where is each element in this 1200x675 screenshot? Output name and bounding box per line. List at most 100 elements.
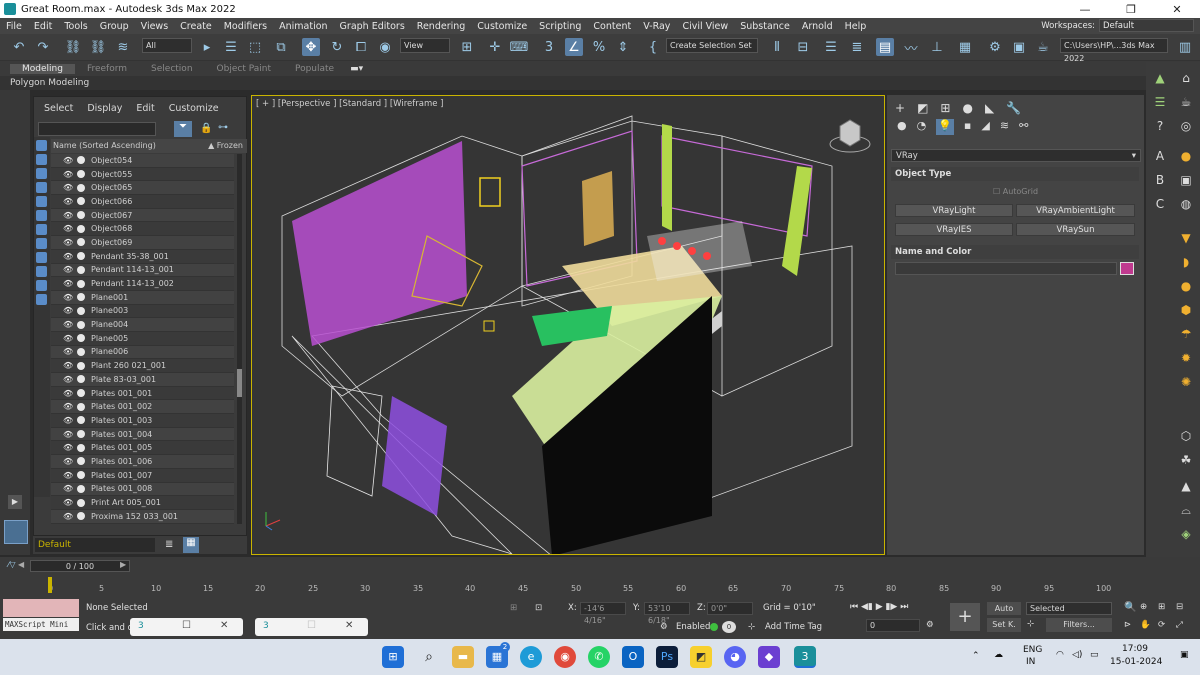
visibility-eye-icon[interactable]: 👁 [63, 224, 74, 233]
list-item[interactable]: 👁 Object065 [51, 181, 234, 196]
menu-views[interactable]: Views [135, 21, 175, 32]
visibility-eye-icon[interactable]: 👁 [63, 265, 74, 274]
mirror-icon[interactable]: ⫴ [768, 38, 786, 56]
visibility-eye-icon[interactable]: 👁 [63, 361, 74, 370]
dome-light-icon[interactable]: ◗ [1178, 254, 1194, 270]
zoom-extents-all-icon[interactable]: ⊟ [1176, 602, 1183, 612]
render-dot-icon[interactable] [77, 306, 85, 315]
list-item[interactable]: 👁 Plates 001_008 [51, 482, 234, 497]
list-item[interactable]: 👁 Plates 001_007 [51, 468, 234, 483]
current-layer-field[interactable]: Default [35, 538, 155, 552]
goto-start-icon[interactable]: ⏮ ◀▮ ▶ ▮▶ ⏭ [850, 602, 908, 612]
render-dot-icon[interactable] [77, 265, 85, 274]
menu-graph-editors[interactable]: Graph Editors [334, 21, 411, 32]
light-lister-icon[interactable]: ▼ [1178, 230, 1194, 246]
app-icon[interactable]: ◆ [758, 646, 780, 668]
undo-icon[interactable]: ↶ [10, 38, 28, 56]
object-type-rollout[interactable]: Object Type [891, 167, 1139, 181]
menu-arnold[interactable]: Arnold [796, 21, 839, 32]
schematic-view-icon[interactable]: ⊥ [928, 38, 946, 56]
explorer-menu-display[interactable]: Display [87, 103, 122, 114]
plane-icon[interactable]: ⌓ [1178, 502, 1194, 518]
add-key-icon[interactable]: + [950, 603, 980, 631]
set-key-mode-icon[interactable]: ⊹ [1027, 619, 1034, 629]
render-dot-icon[interactable] [77, 498, 85, 507]
select-object-icon[interactable]: ▸ [198, 38, 216, 56]
list-item[interactable]: 👁 Object067 [51, 208, 234, 223]
maximize-viewport-icon[interactable]: ⤢ [1176, 620, 1183, 630]
visibility-eye-icon[interactable]: 👁 [63, 375, 74, 384]
utilities-tab-icon[interactable]: 🔧 [1006, 101, 1021, 115]
angle-snap-icon[interactable]: ∠ [565, 38, 583, 56]
shape-filter-icon[interactable] [36, 154, 47, 165]
ribbon-toggle-icon[interactable]: ▤ [876, 38, 894, 56]
list-item[interactable]: 👁 Plane006 [51, 345, 234, 360]
viewport-layout-icon[interactable] [4, 520, 28, 544]
menu-vray[interactable]: V-Ray [637, 21, 676, 32]
unlink-icon[interactable]: ⛓ [89, 38, 107, 56]
menu-file[interactable]: File [0, 21, 28, 32]
list-item[interactable]: 👁 Plates 001_002 [51, 400, 234, 415]
vrayambientlight-button[interactable]: VRayAmbientLight [1016, 204, 1135, 217]
render-dot-icon[interactable] [77, 211, 85, 220]
list-item[interactable]: 👁 Plates 001_001 [51, 386, 234, 401]
layer-explorer-icon[interactable]: ≣ [848, 38, 866, 56]
systems-icon[interactable]: ⚯ [1019, 119, 1028, 135]
volume-icon[interactable]: ◁) [1072, 650, 1082, 660]
expand-arrow-icon[interactable]: ▶ [8, 495, 22, 509]
minimize-button[interactable]: — [1062, 0, 1108, 18]
visibility-eye-icon[interactable]: 👁 [63, 238, 74, 247]
frozen-filter-icon[interactable] [36, 280, 47, 291]
cameras-icon[interactable]: ▪ [964, 119, 971, 135]
layers-icon[interactable]: ≣ [165, 539, 173, 550]
list-item[interactable]: 👁 Plate 83-03_001 [51, 373, 234, 387]
list-item[interactable]: 👁 Plates 001_005 [51, 441, 234, 456]
tab-modeling[interactable]: Modeling [10, 63, 75, 74]
render-dot-icon[interactable] [77, 238, 85, 247]
scene-states-icon[interactable]: ▲ [1152, 70, 1168, 86]
menu-content[interactable]: Content [587, 21, 637, 32]
category-dropdown[interactable]: VRay ▾ [891, 149, 1141, 162]
visibility-eye-icon[interactable]: 👁 [63, 170, 74, 179]
spot-light-icon[interactable]: ☂ [1178, 326, 1194, 342]
list-item[interactable]: 👁 Object069 [51, 236, 234, 250]
wifi-icon[interactable]: ◠ [1056, 650, 1064, 660]
bulb-icon[interactable]: ● [1178, 148, 1194, 164]
rendered-frame-icon[interactable]: ▣ [1010, 38, 1028, 56]
camera-filter-icon[interactable] [36, 182, 47, 193]
auto-key-button[interactable]: Auto [987, 602, 1021, 615]
proxy-icon[interactable]: ☘ [1178, 452, 1194, 468]
visibility-eye-icon[interactable]: 👁 [63, 471, 74, 480]
sky-icon[interactable]: ✺ [1178, 374, 1194, 390]
key-filters-button[interactable]: Filters... [1046, 618, 1112, 632]
link-icon[interactable]: ⛓ [64, 38, 82, 56]
time-config-icon[interactable]: ⚙ [926, 620, 934, 630]
explorer-menu-customize[interactable]: Customize [169, 103, 219, 114]
hierarchy-icon[interactable]: ⊶ [218, 122, 228, 133]
tray-chevron-icon[interactable]: ⌃ [972, 651, 980, 661]
close-button[interactable]: ✕ [1154, 0, 1200, 18]
enabled-indicator[interactable] [710, 623, 718, 631]
list-item[interactable]: 👁 Plane003 [51, 304, 234, 319]
time-tag-icon[interactable]: ⊹ [748, 622, 755, 632]
visibility-eye-icon[interactable]: 👁 [63, 347, 74, 356]
render-dot-icon[interactable] [77, 457, 85, 466]
geometry-icon[interactable]: ● [897, 119, 907, 135]
render-dot-icon[interactable] [77, 471, 85, 480]
render-icon[interactable]: ▣ [1178, 172, 1194, 188]
vraylight-button[interactable]: VRayLight [895, 204, 1013, 217]
outlook-icon[interactable]: O [622, 646, 644, 668]
name-color-rollout[interactable]: Name and Color [891, 245, 1139, 259]
keyboard-shortcut-icon[interactable]: ⌨ [510, 38, 529, 56]
project-path-dropdown[interactable]: C:\Users\HP\...3ds Max 2022 [1060, 38, 1168, 63]
list-item[interactable]: 👁 Proxima 152 033_001 [51, 509, 234, 524]
explorer-scrollbar[interactable] [237, 154, 242, 524]
list-item[interactable]: 👁 Plates 001_004 [51, 427, 234, 442]
tab-selection[interactable]: Selection [139, 64, 204, 74]
menu-group[interactable]: Group [94, 21, 135, 32]
visibility-eye-icon[interactable]: 👁 [63, 334, 74, 343]
explorer-search-input[interactable] [38, 122, 156, 136]
shapes-icon[interactable]: ◔ [917, 119, 927, 135]
render-dot-icon[interactable] [77, 484, 85, 493]
menu-scripting[interactable]: Scripting [533, 21, 587, 32]
